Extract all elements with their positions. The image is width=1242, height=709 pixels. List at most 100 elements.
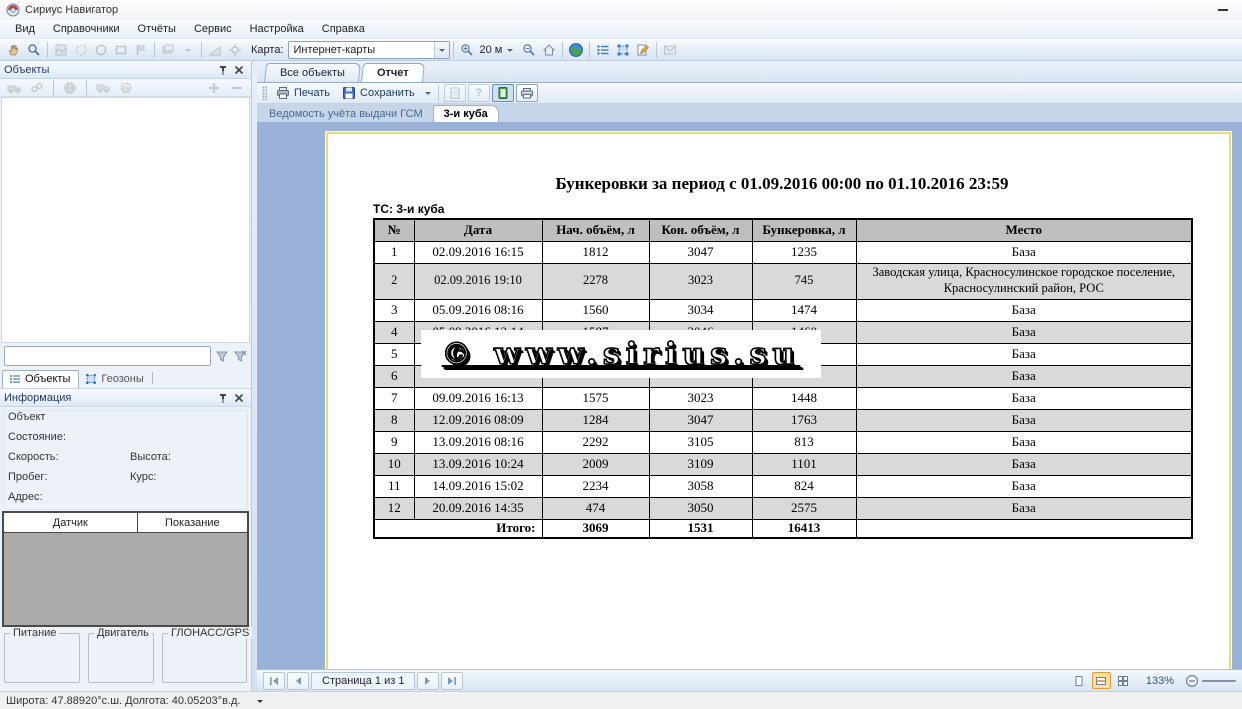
globe-button[interactable] xyxy=(566,41,586,59)
next-page-button[interactable] xyxy=(417,672,439,690)
plus-icon xyxy=(207,81,221,95)
close-panel-button[interactable] xyxy=(231,63,247,77)
main-area: Все объекты Отчет Печать Сохранить ? xyxy=(257,61,1242,691)
zoom-out-button[interactable] xyxy=(519,41,539,59)
print-button[interactable]: Печать xyxy=(270,84,336,102)
page-indicator: Страница 1 из 1 xyxy=(311,672,415,690)
toolbar-separator xyxy=(562,42,563,58)
menu-help[interactable]: Справка xyxy=(313,21,374,37)
edit-icon xyxy=(636,43,650,57)
table-row: 1220.09.2016 14:3547430502575База xyxy=(374,497,1192,519)
last-page-button[interactable] xyxy=(441,672,463,690)
add-object-button[interactable] xyxy=(4,79,24,97)
zoom-select-button[interactable] xyxy=(24,41,44,59)
zoom-out-slider-button[interactable] xyxy=(1185,674,1199,688)
pin-icon xyxy=(217,392,229,404)
polygon-icon xyxy=(74,43,88,57)
mileage-label: Пробег: xyxy=(8,471,48,483)
tab-report[interactable]: Отчет xyxy=(361,63,425,82)
tab-all-objects[interactable]: Все объекты xyxy=(264,63,361,82)
ruler-button[interactable] xyxy=(205,41,225,59)
col-header-num: № xyxy=(374,219,414,241)
circle-zone-button[interactable] xyxy=(91,41,111,59)
close-panel-button[interactable] xyxy=(231,391,247,405)
chevron-down-icon xyxy=(254,695,266,707)
totals-label: Итого: xyxy=(374,519,542,538)
prev-page-button[interactable] xyxy=(287,672,309,690)
save-dropdown-button[interactable] xyxy=(421,84,435,102)
tab-geozones[interactable]: Геозоны xyxy=(79,371,151,388)
toolbar-grip[interactable] xyxy=(262,86,267,100)
menu-view[interactable]: Вид xyxy=(6,21,44,37)
minimize-button[interactable] xyxy=(1210,3,1236,17)
speed-label: Скорость: xyxy=(8,451,59,463)
fit-width-view-button[interactable] xyxy=(1092,672,1111,689)
minus-icon xyxy=(230,81,244,95)
save-icon xyxy=(342,86,356,100)
save-button[interactable]: Сохранить xyxy=(336,84,421,102)
layers-button[interactable] xyxy=(158,41,178,59)
table-row: 709.09.2016 16:13157530231448База xyxy=(374,387,1192,409)
first-page-button[interactable] xyxy=(263,672,285,690)
menu-settings[interactable]: Настройка xyxy=(241,21,313,37)
map-toolbar: Карта: Интернет-карты 20 м xyxy=(0,39,1242,61)
pan-hand-button[interactable] xyxy=(4,41,24,59)
link-objects-button[interactable] xyxy=(27,79,47,97)
page-setup-button[interactable] xyxy=(444,84,466,102)
collapse-all-button[interactable] xyxy=(227,79,247,97)
zoom-in-button[interactable] xyxy=(457,41,477,59)
table-row: 305.09.2016 08:16156030341474База xyxy=(374,299,1192,321)
zoom-slider[interactable] xyxy=(1202,680,1236,682)
report-viewport[interactable]: Бункеровки за период с 01.09.2016 00:00 … xyxy=(257,122,1242,669)
book-view-button[interactable] xyxy=(492,84,514,102)
zoom-step-select[interactable]: 20 м xyxy=(477,41,520,59)
filter-icon[interactable] xyxy=(215,349,229,363)
main-tab-strip: Все объекты Отчет xyxy=(257,61,1242,83)
tab-objects[interactable]: Объекты xyxy=(2,370,79,388)
window-title: Сириус Навигатор xyxy=(25,4,118,16)
tab-fuel-sheet[interactable]: Ведомость учёта выдачи ГСМ xyxy=(259,106,433,122)
pin-panel-button[interactable] xyxy=(215,63,231,77)
follow-object-button[interactable] xyxy=(116,79,136,97)
map-frame-button[interactable] xyxy=(51,41,71,59)
single-page-view-button[interactable] xyxy=(1070,672,1089,689)
toolbar-separator xyxy=(86,80,87,96)
sensor-col-header: Датчик xyxy=(4,513,138,532)
close-icon xyxy=(233,64,245,76)
tab-3i-kuba[interactable]: 3-и куба xyxy=(433,105,499,122)
pin-panel-button[interactable] xyxy=(215,391,231,405)
edit-report-button[interactable] xyxy=(633,41,653,59)
col-header-date: Дата xyxy=(414,219,542,241)
rect-zone-button[interactable] xyxy=(111,41,131,59)
filter-clear-icon[interactable] xyxy=(233,349,247,363)
polygon-edit-button[interactable] xyxy=(71,41,91,59)
status-dropdown-button[interactable] xyxy=(254,695,266,707)
flag-button[interactable] xyxy=(131,41,151,59)
layers-caret-button[interactable] xyxy=(178,41,198,59)
objects-tab-strip: Объекты Геозоны xyxy=(0,369,251,389)
minimize-icon xyxy=(1217,4,1229,16)
geozones-button[interactable] xyxy=(613,41,633,59)
show-on-map-button[interactable] xyxy=(60,79,80,97)
report-page: Бункеровки за период с 01.09.2016 00:00 … xyxy=(326,132,1231,669)
track-vehicle-button[interactable] xyxy=(93,79,113,97)
expand-all-button[interactable] xyxy=(204,79,224,97)
col-header-end: Кон. объём, л xyxy=(649,219,752,241)
map-select[interactable]: Интернет-карты xyxy=(288,41,450,59)
help-button[interactable]: ? xyxy=(468,84,490,102)
menu-reports[interactable]: Отчёты xyxy=(129,21,185,37)
message-button[interactable] xyxy=(660,41,680,59)
objects-panel-header: Объекты xyxy=(0,61,251,79)
multi-page-view-button[interactable] xyxy=(1114,672,1133,689)
menu-service[interactable]: Сервис xyxy=(185,21,241,37)
map-select-drop-button[interactable] xyxy=(434,42,449,58)
toolbar-separator xyxy=(438,85,439,101)
objects-list-button[interactable] xyxy=(593,41,613,59)
objects-list[interactable] xyxy=(1,97,250,343)
search-input[interactable] xyxy=(4,346,211,366)
menu-directories[interactable]: Справочники xyxy=(44,21,129,37)
print-layout-button[interactable] xyxy=(516,84,538,102)
track-button[interactable] xyxy=(225,41,245,59)
status-bar: Широта: 47.88920°с.ш. Долгота: 40.05203°… xyxy=(0,691,1242,709)
home-view-button[interactable] xyxy=(539,41,559,59)
